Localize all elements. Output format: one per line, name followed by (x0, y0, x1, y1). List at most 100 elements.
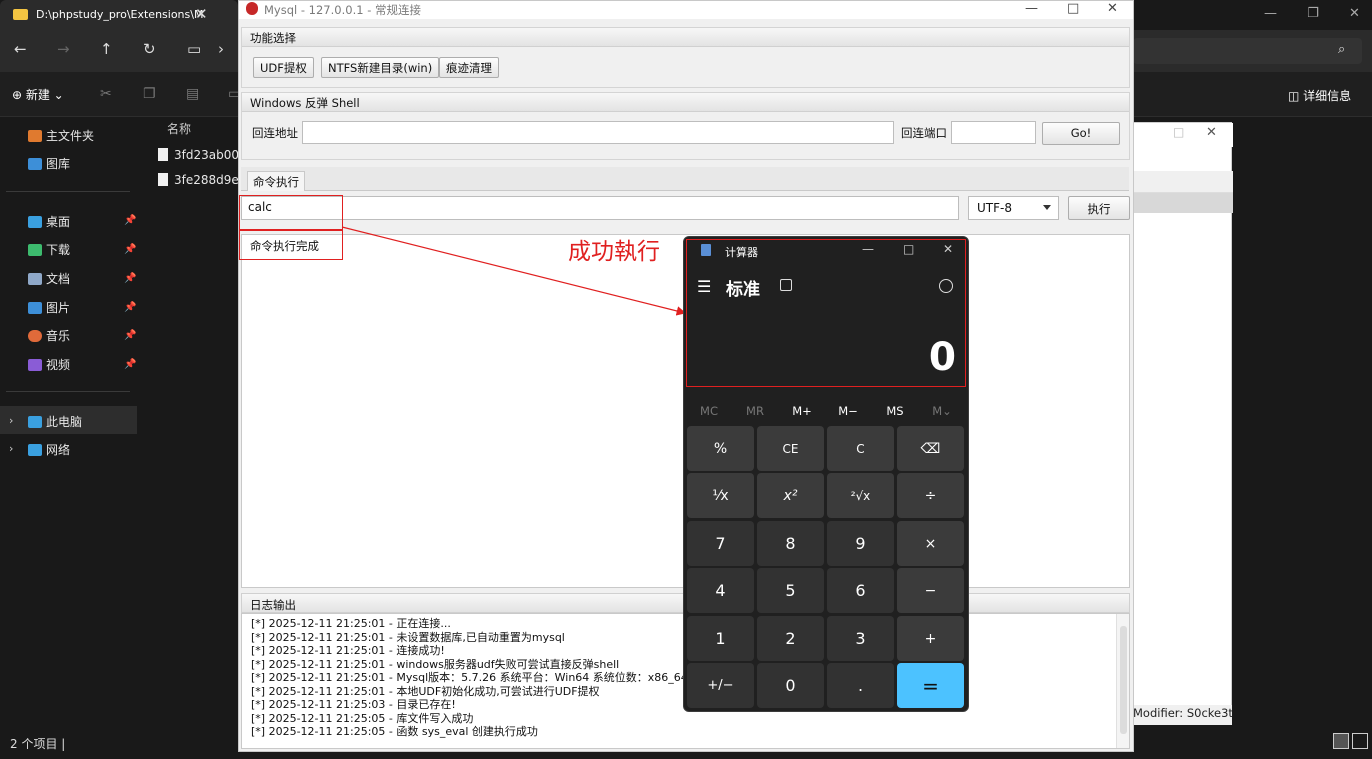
callback-port-input[interactable] (951, 121, 1036, 144)
nav-videos[interactable]: 视频 (28, 356, 70, 373)
digit-3-button[interactable]: 3 (827, 616, 894, 661)
pin-icon[interactable]: 📌 (124, 273, 136, 284)
pin-icon[interactable]: 📌 (124, 330, 136, 341)
details-button[interactable]: ◫ 详细信息 (1288, 87, 1351, 104)
window-title: Mysql - 127.0.0.1 - 常规连接 (264, 3, 422, 17)
percent-button[interactable]: % (687, 426, 754, 471)
explorer-tab[interactable]: D:\phpstudy_pro\Extensions\M ✕ (0, 0, 238, 30)
backspace-button[interactable]: ⌫ (897, 426, 964, 471)
restore-icon[interactable]: ❐ (1307, 6, 1319, 21)
digit-4-button[interactable]: 4 (687, 568, 754, 613)
digit-6-button[interactable]: 6 (827, 568, 894, 613)
close-tab-icon[interactable]: ✕ (195, 5, 208, 23)
tab-command-execute[interactable]: 命令执行 (247, 171, 305, 191)
close-icon[interactable]: ✕ (1206, 125, 1217, 140)
nav-music[interactable]: 音乐 (28, 327, 70, 344)
log-scrollbar-thumb[interactable] (1120, 626, 1127, 734)
reverse-shell-header: Windows 反弹 Shell (242, 93, 1129, 112)
digit-5-button[interactable]: 5 (757, 568, 824, 613)
execute-button[interactable]: 执行 (1068, 196, 1130, 220)
mem-subtract-button[interactable]: M− (828, 404, 868, 418)
tiles-view-icon[interactable] (1352, 733, 1368, 749)
nav-network[interactable]: 网络 (28, 441, 70, 458)
command-tabbar (241, 167, 1129, 191)
clear-entry-button[interactable]: CE (757, 426, 824, 471)
negate-button[interactable]: +/− (687, 663, 754, 708)
subtract-button[interactable]: − (897, 568, 964, 613)
add-button[interactable]: + (897, 616, 964, 661)
mem-recall-button[interactable]: MR (735, 404, 775, 418)
pin-icon[interactable]: 📌 (124, 302, 136, 313)
mysql-titlebar: Mysql - 127.0.0.1 - 常规连接 — □ ✕ (239, 1, 1133, 19)
cut-icon[interactable]: ✂ (100, 86, 112, 102)
udf-privilege-button[interactable]: UDF提权 (253, 57, 314, 78)
log-line: [*] 2025-12-11 21:25:03 - 目录已存在! (251, 698, 456, 711)
ntfs-mkdir-button[interactable]: NTFS新建目录(win) (321, 57, 440, 78)
nav-documents[interactable]: 文档 (28, 270, 70, 287)
nav-downloads[interactable]: 下载 (28, 241, 70, 258)
sqrt-button[interactable]: ²√x (827, 473, 894, 518)
nav-gallery[interactable]: 图库 (28, 155, 70, 172)
digit-1-button[interactable]: 1 (687, 616, 754, 661)
background-window-header (1129, 171, 1233, 193)
column-header-name[interactable]: 名称 (167, 120, 191, 137)
clear-button[interactable]: C (827, 426, 894, 471)
callback-address-input[interactable] (302, 121, 894, 144)
forward-icon[interactable]: → (57, 40, 70, 58)
pin-icon[interactable]: 📌 (124, 215, 136, 226)
close-icon[interactable]: ✕ (1107, 1, 1118, 16)
nav-desktop[interactable]: 桌面 (28, 213, 70, 230)
refresh-icon[interactable]: ↻ (143, 40, 156, 58)
this-pc-icon[interactable]: ▭ (187, 40, 201, 58)
divide-button[interactable]: ÷ (897, 473, 964, 518)
nav-label: 此电脑 (46, 415, 83, 429)
nav-label: 文档 (46, 272, 71, 286)
search-box[interactable] (1133, 38, 1362, 64)
nav-home[interactable]: 主文件夹 (28, 127, 94, 144)
digit-8-button[interactable]: 8 (757, 521, 824, 566)
explorer-window-controls[interactable]: — ❐ ✕ (1264, 6, 1360, 21)
trace-clean-button[interactable]: 痕迹清理 (439, 57, 499, 78)
download-icon (28, 244, 42, 256)
paste-icon[interactable]: ▤ (186, 86, 199, 102)
maximize-icon[interactable]: □ (1067, 1, 1079, 16)
chevron-right-icon[interactable]: › (218, 40, 224, 58)
chevron-right-icon[interactable]: › (9, 442, 13, 455)
mem-clear-button[interactable]: MC (689, 404, 729, 418)
square-button[interactable]: x² (757, 473, 824, 518)
nav-this-pc[interactable]: 此电脑 (28, 413, 82, 430)
equals-button[interactable]: = (897, 663, 964, 708)
mem-list-button[interactable]: M⌄ (922, 404, 962, 418)
minimize-icon[interactable]: — (1025, 1, 1038, 16)
maximize-icon[interactable]: □ (1173, 125, 1184, 139)
up-icon[interactable]: ↑ (100, 40, 113, 58)
digit-2-button[interactable]: 2 (757, 616, 824, 661)
reciprocal-button[interactable]: ⅟x (687, 473, 754, 518)
multiply-button[interactable]: × (897, 521, 964, 566)
command-input[interactable]: calc (241, 196, 959, 220)
new-button[interactable]: ⊕ 新建 ⌄ (12, 86, 64, 103)
encoding-select[interactable]: UTF-8 (968, 196, 1059, 220)
go-button[interactable]: Go! (1042, 122, 1120, 145)
digit-7-button[interactable]: 7 (687, 521, 754, 566)
minimize-icon[interactable]: — (1264, 6, 1277, 21)
view-toggle[interactable] (1330, 733, 1368, 752)
log-scrollbar[interactable] (1116, 614, 1129, 748)
file-item[interactable]: 3fe288d9e5 (158, 173, 246, 187)
nav-pictures[interactable]: 图片 (28, 299, 70, 316)
mem-add-button[interactable]: M+ (782, 404, 822, 418)
pin-icon[interactable]: 📌 (124, 359, 136, 370)
file-item[interactable]: 3fd23ab006 (158, 148, 247, 162)
search-icon[interactable]: ⌕ (1338, 42, 1345, 57)
digit-9-button[interactable]: 9 (827, 521, 894, 566)
close-icon[interactable]: ✕ (1349, 6, 1360, 21)
pin-icon[interactable]: 📌 (124, 244, 136, 255)
log-lines: [*] 2025-12-11 21:25:01 - 正在连接... [*] 20… (251, 617, 688, 739)
chevron-right-icon[interactable]: › (9, 414, 13, 427)
back-icon[interactable]: ← (14, 40, 27, 58)
decimal-button[interactable]: . (827, 663, 894, 708)
details-view-icon[interactable] (1333, 733, 1349, 749)
copy-icon[interactable]: ❐ (143, 86, 156, 102)
digit-0-button[interactable]: 0 (757, 663, 824, 708)
mem-store-button[interactable]: MS (875, 404, 915, 418)
